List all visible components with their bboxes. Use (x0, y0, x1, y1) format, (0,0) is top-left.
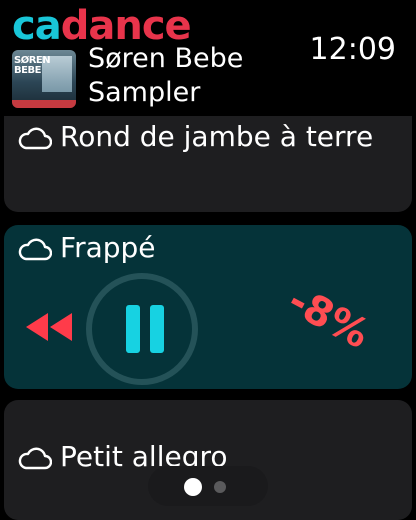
album-art: SØREN BEBE (12, 50, 76, 108)
header: cadance 12:09 SØREN BEBE Søren Bebe Samp… (0, 0, 416, 116)
cloud-icon (18, 447, 52, 470)
page-indicator[interactable] (148, 466, 268, 506)
track-card-active[interactable]: Frappé -8% (4, 225, 412, 389)
logo-part-ca: ca (12, 3, 62, 49)
logo-part-d: d (60, 3, 90, 49)
playlist-title-line2: Sampler (88, 77, 201, 108)
page-dot[interactable] (214, 481, 226, 493)
cloud-icon (18, 127, 52, 150)
clock: 12:09 (309, 32, 396, 67)
track-label: Rond de jambe à terre (18, 118, 398, 156)
pause-button[interactable] (86, 273, 198, 385)
tempo-value: -8% (280, 277, 377, 358)
track-title: Frappé (60, 231, 156, 264)
track-title: Rond de jambe à terre (60, 120, 374, 153)
playlist-title-line1: Søren Bebe (88, 43, 244, 74)
album-art-stripe (12, 100, 76, 108)
page-dot-active[interactable] (184, 478, 202, 496)
pause-icon-bar-right (150, 305, 164, 353)
cloud-icon (18, 238, 52, 261)
track-label: Frappé (18, 229, 156, 267)
album-art-text: SØREN BEBE (14, 55, 51, 76)
playlist-title[interactable]: Søren Bebe Sampler (88, 42, 288, 110)
pause-icon-bar-left (126, 305, 140, 353)
rewind-icon[interactable] (20, 307, 80, 347)
tempo-adjust[interactable]: -8% (256, 263, 378, 385)
